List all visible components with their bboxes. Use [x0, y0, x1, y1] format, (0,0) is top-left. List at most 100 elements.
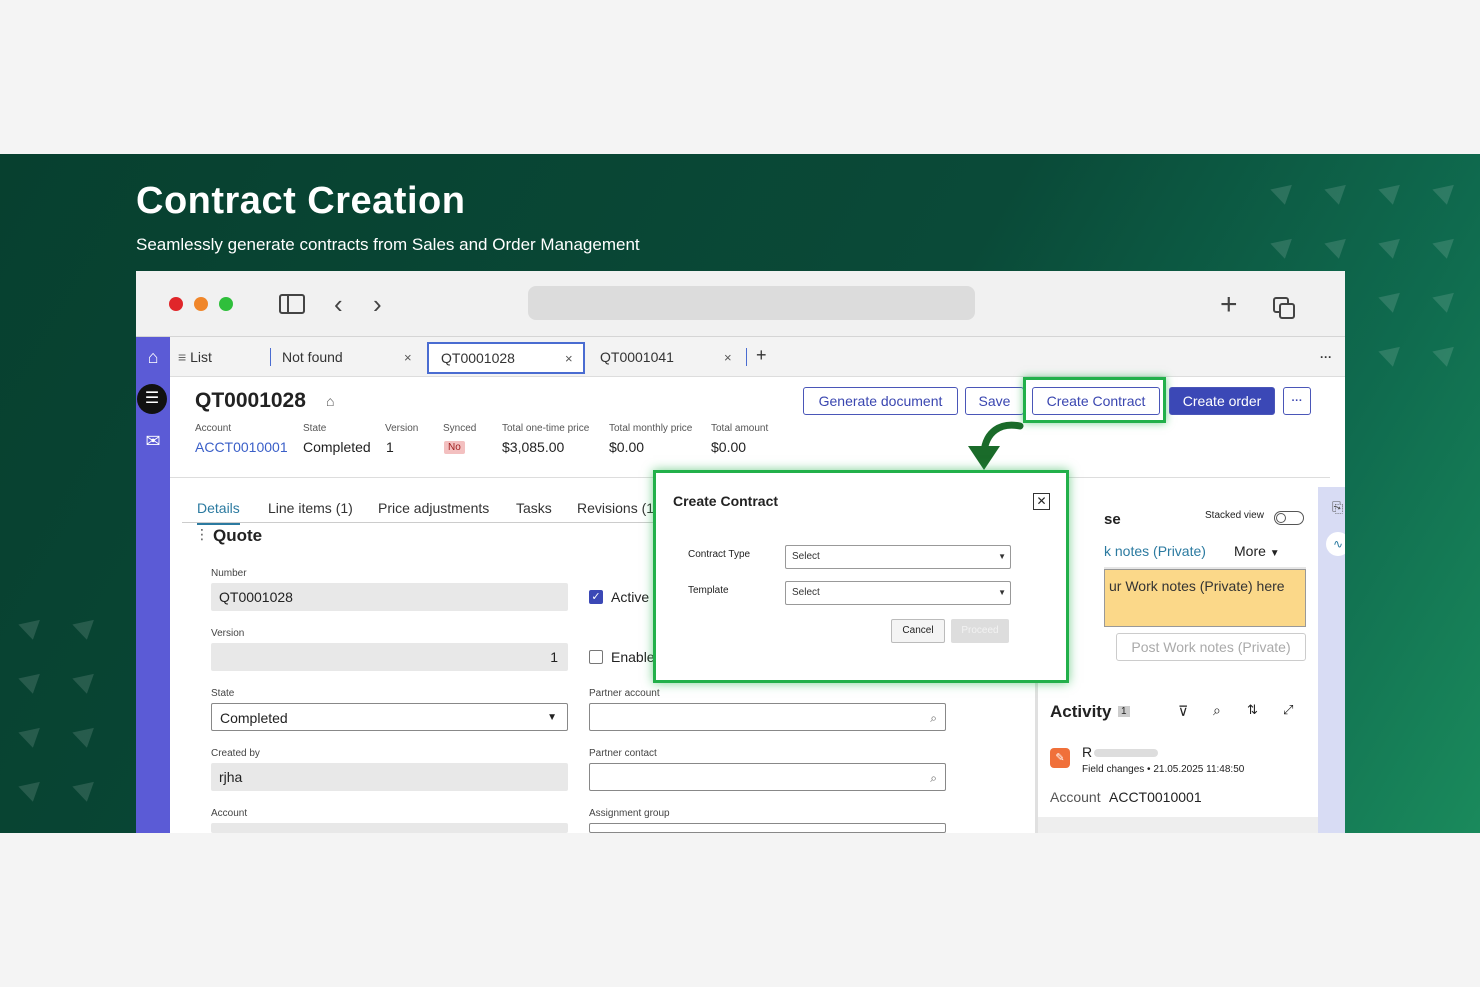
chevron-down-icon: ▼ [547, 712, 557, 723]
tab-more-button[interactable]: ··· [1320, 343, 1332, 373]
form-tab-underline [182, 522, 672, 523]
close-window-dot[interactable] [169, 297, 183, 311]
template-select[interactable]: Select ▼ [785, 581, 1011, 605]
section-title: Quote [213, 526, 263, 545]
modal-close-icon[interactable]: ✕ [1033, 493, 1050, 510]
form-tab-price-adjustments[interactable]: Price adjustments [378, 500, 489, 516]
filter-icon[interactable]: ⊽ [1178, 703, 1188, 720]
assignment-group-field[interactable] [589, 823, 946, 833]
post-work-notes-button[interactable]: Post Work notes (Private) [1116, 633, 1306, 661]
created-by-field[interactable]: rjha [211, 763, 568, 791]
form-tab-revisions[interactable]: Revisions (1) [577, 500, 659, 516]
activity-field-value: ACCT0010001 [1109, 789, 1202, 805]
generate-document-button[interactable]: Generate document [803, 387, 958, 415]
back-arrow-icon[interactable]: ‹ [334, 291, 343, 317]
onetime-price-value: $3,085.00 [502, 439, 565, 455]
state-select[interactable]: Completed ▼ [211, 703, 568, 731]
tab-label: Not found [282, 349, 343, 365]
tab-not-found[interactable]: Not found × [282, 343, 422, 373]
onetime-price-label: Total one-time price [502, 423, 590, 434]
created-by-label: Created by [211, 748, 260, 759]
decor-triangle [18, 781, 44, 805]
work-notes-tab[interactable]: k notes (Private) [1104, 543, 1206, 559]
enable-checkbox[interactable] [589, 650, 603, 664]
activity-count-badge: 1 [1118, 706, 1130, 717]
section-drag-icon[interactable]: ⋮ [195, 526, 209, 543]
hero-title: Contract Creation [136, 180, 466, 222]
partner-account-field[interactable]: ⌕ [589, 703, 946, 731]
create-order-button[interactable]: Create order [1169, 387, 1275, 415]
save-button[interactable]: Save [965, 387, 1024, 415]
field-change-icon: ✎ [1050, 748, 1070, 768]
form-tab-line-items[interactable]: Line items (1) [268, 500, 353, 516]
sort-icon[interactable]: ⇅ [1247, 702, 1258, 718]
more-tab[interactable]: More ▼ [1234, 543, 1280, 559]
account-link[interactable]: ACCT0010001 [195, 439, 288, 455]
partner-contact-field[interactable]: ⌕ [589, 763, 946, 791]
create-contract-modal: Create Contract ✕ Contract Type Select ▼… [653, 470, 1069, 683]
version-field[interactable]: 1 [211, 643, 568, 671]
address-bar[interactable] [528, 286, 975, 320]
work-notes-panel: se Stacked view k notes (Private) More ▼… [1035, 487, 1321, 833]
contract-type-select[interactable]: Select ▼ [785, 545, 1011, 569]
activity-pulse-icon[interactable]: ∿ [1326, 532, 1345, 556]
minimize-window-dot[interactable] [194, 297, 208, 311]
decor-triangle [72, 727, 98, 751]
inbox-icon[interactable]: ✉ [136, 431, 170, 452]
close-tab-icon[interactable]: × [724, 344, 732, 372]
add-tab-button[interactable]: + [756, 341, 767, 371]
decor-triangle [18, 727, 44, 751]
search-icon[interactable]: ⌕ [1213, 702, 1221, 719]
decor-triangle [1378, 184, 1404, 208]
stacked-view-toggle[interactable] [1274, 511, 1304, 525]
tab-divider [270, 348, 271, 366]
close-tab-icon[interactable]: × [565, 345, 573, 373]
version-label: Version [385, 423, 419, 434]
form-tab-tasks[interactable]: Tasks [516, 500, 552, 516]
decor-triangle [1432, 292, 1458, 316]
close-tab-icon[interactable]: × [404, 344, 412, 372]
right-utility-strip: ⎘ ∿ [1318, 487, 1345, 833]
decor-triangle [1324, 184, 1350, 208]
record-title: QT0001028 [195, 389, 306, 412]
list-menu-icon[interactable]: ☰ [137, 384, 167, 414]
maximize-window-dot[interactable] [219, 297, 233, 311]
synced-label: Synced [443, 423, 477, 434]
paperclip-icon[interactable]: ⎘ [1332, 499, 1343, 516]
version-value: 1 [386, 439, 394, 455]
home-icon[interactable]: ⌂ [136, 347, 170, 368]
decor-triangle [18, 619, 44, 643]
tag-icon[interactable]: ⌂ [326, 393, 334, 409]
activity-footer [1038, 817, 1321, 833]
tab-overview-icon[interactable] [1273, 297, 1295, 319]
number-field[interactable]: QT0001028 [211, 583, 568, 611]
tab-list[interactable]: ≡ List [178, 343, 258, 373]
decor-triangle [18, 673, 44, 697]
decor-triangle [1324, 238, 1350, 262]
proceed-button[interactable]: Proceed [951, 619, 1009, 643]
forward-arrow-icon[interactable]: › [373, 291, 382, 317]
state-field-label: State [211, 688, 235, 699]
state-label: State [303, 423, 327, 434]
new-tab-plus-icon[interactable]: + [1220, 290, 1238, 320]
active-checkbox[interactable]: ✓ [589, 590, 603, 604]
tab-qt0001028[interactable]: QT0001028 × [427, 342, 585, 374]
work-notes-textarea[interactable]: ur Work notes (Private) here [1104, 569, 1306, 627]
search-icon: ⌕ [930, 771, 937, 785]
decor-triangle [1270, 238, 1296, 262]
expand-icon[interactable]: ⤢ [1283, 702, 1293, 718]
hero-subtitle: Seamlessly generate contracts from Sales… [136, 235, 640, 254]
search-icon: ⌕ [930, 711, 937, 725]
tab-qt0001041[interactable]: QT0001041 × [600, 343, 750, 373]
sidebar-toggle-icon[interactable] [279, 294, 305, 314]
blurred-user-name [1094, 749, 1158, 757]
decor-triangle [72, 619, 98, 643]
cancel-button[interactable]: Cancel [891, 619, 945, 643]
template-label: Template [688, 585, 729, 596]
chevron-down-icon: ▼ [998, 588, 1006, 597]
account-field[interactable] [211, 823, 568, 833]
monthly-price-label: Total monthly price [609, 423, 693, 434]
more-actions-button[interactable]: ··· [1283, 387, 1311, 415]
active-label: Active [611, 589, 650, 605]
total-amount-value: $0.00 [711, 439, 747, 455]
